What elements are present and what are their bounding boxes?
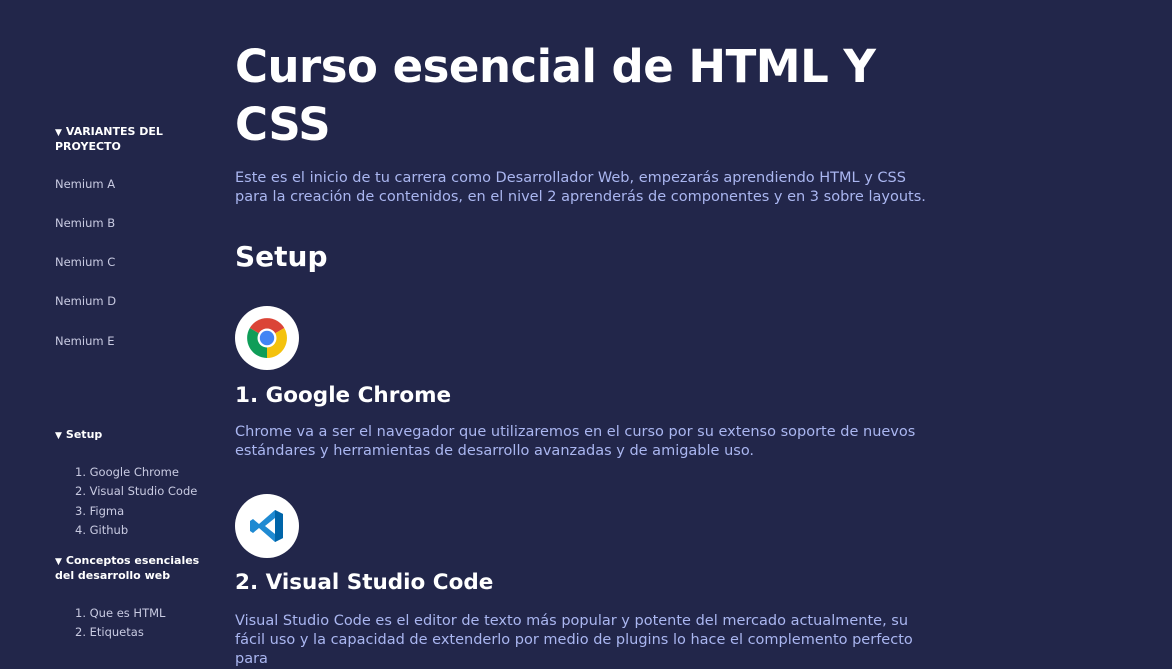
vscode-icon	[235, 494, 299, 558]
setup-nav-item-figma[interactable]: 3. Figma	[75, 504, 124, 518]
tool-description-chrome: Chrome va a ser el navegador que utiliza…	[235, 424, 916, 459]
concepts-nav-item-tags[interactable]: 2. Etiquetas	[75, 625, 144, 639]
variant-link-e[interactable]: Nemium E	[55, 334, 115, 348]
variant-link-d[interactable]: Nemium D	[55, 294, 116, 308]
setup-nav-item-github[interactable]: 4. Github	[75, 523, 128, 537]
tool-title-chrome: 1. Google Chrome	[235, 383, 452, 408]
concepts-nav-item-html[interactable]: 1. Que es HTML	[75, 606, 165, 620]
setup-nav-heading[interactable]: ▼ Setup	[55, 428, 205, 443]
page-title: Curso esencial de HTML Y CSS	[235, 40, 876, 151]
variant-link-b[interactable]: Nemium B	[55, 216, 115, 230]
variant-link-a[interactable]: Nemium A	[55, 177, 115, 191]
tool-description-vscode: Visual Studio Code es el editor de texto…	[235, 613, 913, 667]
variants-heading[interactable]: ▼ VARIANTES DEL PROYECTO	[55, 125, 205, 154]
setup-nav-item-chrome[interactable]: 1. Google Chrome	[75, 465, 179, 479]
collapse-triangle-icon: ▼	[55, 557, 62, 567]
collapse-triangle-icon: ▼	[55, 431, 62, 441]
collapse-triangle-icon: ▼	[55, 128, 62, 138]
concepts-nav-heading[interactable]: ▼ Conceptos esenciales del desarrollo web	[55, 554, 205, 583]
setup-heading: Setup	[235, 240, 328, 273]
chrome-icon	[235, 306, 299, 370]
variant-link-c[interactable]: Nemium C	[55, 255, 115, 269]
intro-paragraph: Este es el inicio de tu carrera como Des…	[235, 170, 926, 205]
tool-title-vscode: 2. Visual Studio Code	[235, 570, 494, 595]
setup-nav-item-vscode[interactable]: 2. Visual Studio Code	[75, 484, 197, 498]
